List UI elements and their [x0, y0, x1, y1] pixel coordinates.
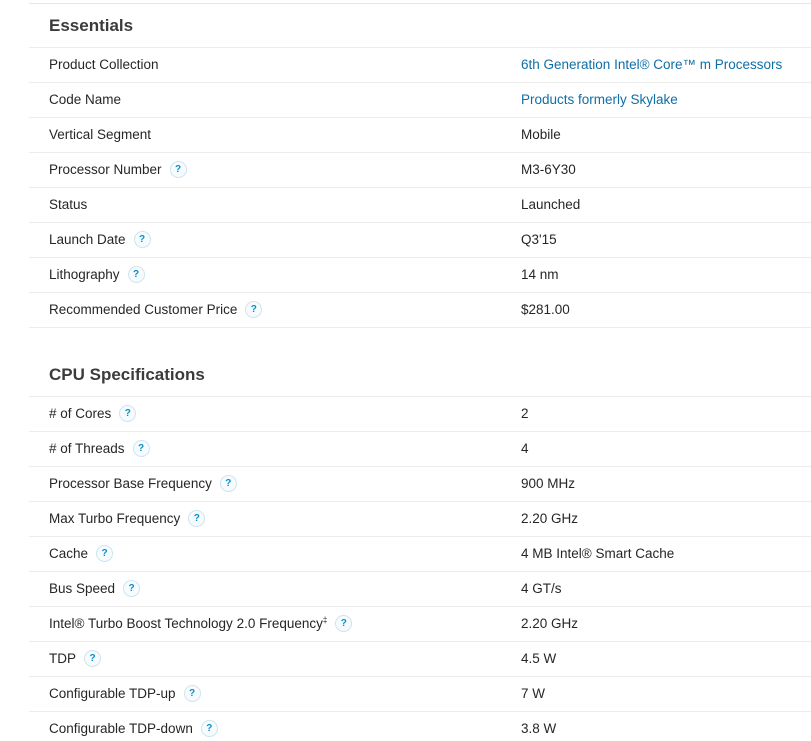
- row-label-wrap: TDP?: [49, 642, 101, 676]
- row-value: 900 MHz: [521, 476, 576, 491]
- row-value: 4 GT/s: [521, 581, 562, 596]
- row-label: Status: [49, 197, 88, 212]
- help-icon[interactable]: ?: [335, 614, 353, 632]
- help-icon[interactable]: ?: [183, 684, 201, 702]
- help-icon[interactable]: ?: [96, 544, 114, 562]
- row-value: $281.00: [521, 302, 570, 317]
- row-value: 14 nm: [521, 267, 559, 282]
- row-label-wrap: # of Threads?: [49, 432, 150, 466]
- help-icon[interactable]: ?: [84, 649, 101, 667]
- row-label: Product Collection: [49, 57, 159, 72]
- row-label-wrap: Lithography?: [49, 258, 145, 292]
- row-label: # of Threads: [49, 441, 125, 456]
- row-value: Q3'15: [521, 232, 557, 247]
- help-icon[interactable]: ?: [188, 509, 206, 527]
- help-icon[interactable]: ?: [219, 474, 237, 492]
- row-cores: # of Cores? 2: [29, 397, 811, 432]
- footnote-marker: ‡: [322, 615, 328, 625]
- row-threads: # of Threads? 4: [29, 432, 811, 467]
- row-recommended-price: Recommended Customer Price? $281.00: [29, 293, 811, 328]
- help-icon[interactable]: ?: [127, 265, 145, 283]
- row-value: 4: [521, 441, 529, 456]
- row-label: Lithography: [49, 267, 120, 282]
- row-label: Code Name: [49, 92, 122, 107]
- row-label-wrap: Configurable TDP-up?: [49, 677, 201, 711]
- row-label-wrap: Max Turbo Frequency?: [49, 502, 206, 536]
- row-value: 7 W: [521, 686, 546, 701]
- row-label: Recommended Customer Price: [49, 302, 238, 317]
- code-name-link[interactable]: Products formerly Skylake: [521, 83, 678, 117]
- row-value: 3.8 W: [521, 721, 557, 736]
- row-product-collection: Product Collection 6th Generation Intel®…: [29, 48, 811, 83]
- row-tdp: TDP? 4.5 W: [29, 642, 811, 677]
- help-icon[interactable]: ?: [123, 579, 141, 597]
- row-turbo-boost-frequency: Intel® Turbo Boost Technology 2.0 Freque…: [29, 607, 811, 642]
- product-collection-link[interactable]: 6th Generation Intel® Core™ m Processors: [521, 48, 782, 82]
- row-base-frequency: Processor Base Frequency? 900 MHz: [29, 467, 811, 502]
- row-label: Configurable TDP-up: [49, 686, 176, 701]
- row-cache: Cache? 4 MB Intel® Smart Cache: [29, 537, 811, 572]
- help-icon[interactable]: ?: [169, 160, 187, 178]
- row-label: Configurable TDP-down: [49, 721, 193, 736]
- spec-page: Essentials Product Collection 6th Genera…: [0, 0, 811, 741]
- row-code-name: Code Name Products formerly Skylake: [29, 83, 811, 118]
- row-bus-speed: Bus Speed? 4 GT/s: [29, 572, 811, 607]
- row-label: Cache: [49, 546, 89, 561]
- row-label-wrap: Processor Base Frequency?: [49, 467, 237, 501]
- row-value: Launched: [521, 197, 581, 212]
- row-value: Mobile: [521, 127, 561, 142]
- row-lithography: Lithography? 14 nm: [29, 258, 811, 293]
- row-label: Processor Number: [49, 162, 162, 177]
- row-label: # of Cores: [49, 406, 112, 421]
- row-label-wrap: Bus Speed?: [49, 572, 141, 606]
- row-vertical-segment: Vertical Segment Mobile: [29, 118, 811, 153]
- essentials-section: Essentials Product Collection 6th Genera…: [29, 4, 811, 328]
- help-icon[interactable]: ?: [132, 439, 150, 457]
- help-icon[interactable]: ?: [200, 719, 218, 737]
- row-max-turbo: Max Turbo Frequency? 2.20 GHz: [29, 502, 811, 537]
- row-label: TDP: [49, 651, 76, 666]
- row-tdp-up: Configurable TDP-up? 7 W: [29, 677, 811, 712]
- row-label: Launch Date: [49, 232, 126, 247]
- row-label-wrap: Recommended Customer Price?: [49, 293, 263, 327]
- row-value: 4 MB Intel® Smart Cache: [521, 546, 675, 561]
- row-label-wrap: Cache?: [49, 537, 114, 571]
- row-label: Vertical Segment: [49, 127, 152, 142]
- row-processor-number: Processor Number? M3-6Y30: [29, 153, 811, 188]
- row-label-wrap: # of Cores?: [49, 397, 137, 431]
- section-title-cpu-specs: CPU Specifications: [29, 353, 811, 397]
- row-label: Intel® Turbo Boost Technology 2.0 Freque…: [49, 616, 323, 631]
- row-label: Max Turbo Frequency: [49, 511, 181, 526]
- row-value: M3-6Y30: [521, 162, 576, 177]
- row-label: Bus Speed: [49, 581, 116, 596]
- row-label-wrap: Launch Date?: [49, 223, 151, 257]
- row-label: Processor Base Frequency: [49, 476, 212, 491]
- help-icon[interactable]: ?: [133, 230, 151, 248]
- row-label-wrap: Processor Number?: [49, 153, 187, 187]
- cpu-specifications-section: CPU Specifications # of Cores? 2 # of Th…: [29, 353, 811, 741]
- row-label-wrap: Intel® Turbo Boost Technology 2.0 Freque…: [49, 607, 353, 641]
- row-value: 2.20 GHz: [521, 616, 579, 631]
- row-label-wrap: Configurable TDP-down?: [49, 712, 218, 741]
- row-launch-date: Launch Date? Q3'15: [29, 223, 811, 258]
- row-status: Status Launched: [29, 188, 811, 223]
- help-icon[interactable]: ?: [245, 300, 263, 318]
- section-title-essentials: Essentials: [29, 4, 811, 48]
- row-value: 2: [521, 406, 529, 421]
- row-value: 4.5 W: [521, 651, 557, 666]
- help-icon[interactable]: ?: [119, 404, 137, 422]
- row-value: 2.20 GHz: [521, 511, 579, 526]
- row-tdp-down: Configurable TDP-down? 3.8 W: [29, 712, 811, 741]
